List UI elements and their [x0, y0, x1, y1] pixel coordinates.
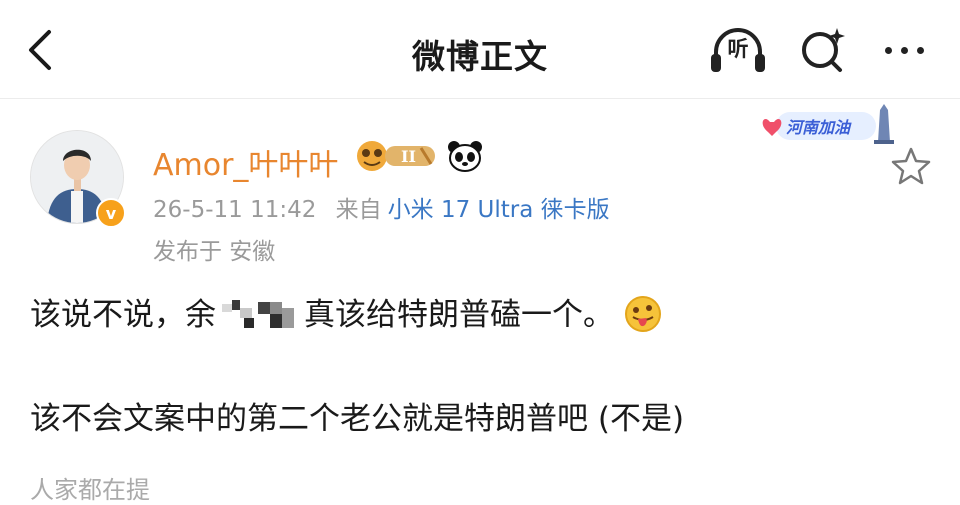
post-location: 发布于 安徽 — [153, 239, 276, 265]
henan-support-sticker[interactable]: 河南加油 — [760, 102, 894, 146]
verified-badge: v — [96, 198, 126, 228]
search-sparkle-icon — [802, 28, 845, 72]
post-text-line-1: 该说不说，余 真该给特朗普磕一个。 — [30, 289, 662, 334]
chevron-left-icon — [29, 30, 51, 70]
listen-button[interactable]: 听 — [708, 22, 768, 78]
navbar-divider — [0, 98, 960, 99]
post-text-part-2: 真该给特朗普磕一个。 — [304, 297, 614, 333]
post-source-link[interactable]: 小米 17 Ultra 徕卡版 — [388, 197, 610, 223]
ai-search-button[interactable] — [793, 22, 853, 78]
page-title: 微博正文 — [412, 37, 548, 76]
post-text-part-1: 该说不说，余 — [30, 297, 216, 333]
post-timestamp: 26-5-11 11:42 — [153, 197, 317, 223]
more-button[interactable] — [874, 22, 934, 78]
source-prefix: 来自 — [335, 197, 382, 223]
author-avatar[interactable]: v — [30, 130, 126, 228]
back-button[interactable] — [14, 20, 66, 80]
post-meta: 26-5-11 11:42 来自 小米 17 Ultra 徕卡版 — [153, 190, 610, 224]
pixelated-name-mosaic — [218, 298, 302, 332]
top-navbar: 微博正文 听 — [0, 0, 960, 98]
star-outline-icon — [891, 147, 931, 185]
post-text-line-2: 该不会文案中的第二个老公就是特朗普吧 (不是) — [30, 401, 685, 437]
heart-tower-sticker-icon: 河南加油 — [762, 104, 894, 144]
user-badges[interactable]: II — [355, 137, 483, 175]
favorite-star-button[interactable] — [890, 146, 932, 186]
member-level-badge-icon: II — [357, 141, 435, 171]
svg-text:II: II — [401, 147, 416, 166]
listen-label: 听 — [727, 37, 749, 61]
sticker-text: 河南加油 — [786, 118, 852, 137]
tongue-out-emoji-icon — [625, 296, 661, 332]
author-name[interactable]: Amor_叶叶叶 — [153, 140, 338, 184]
more-dots-icon — [884, 46, 924, 54]
panda-icon — [448, 141, 482, 172]
